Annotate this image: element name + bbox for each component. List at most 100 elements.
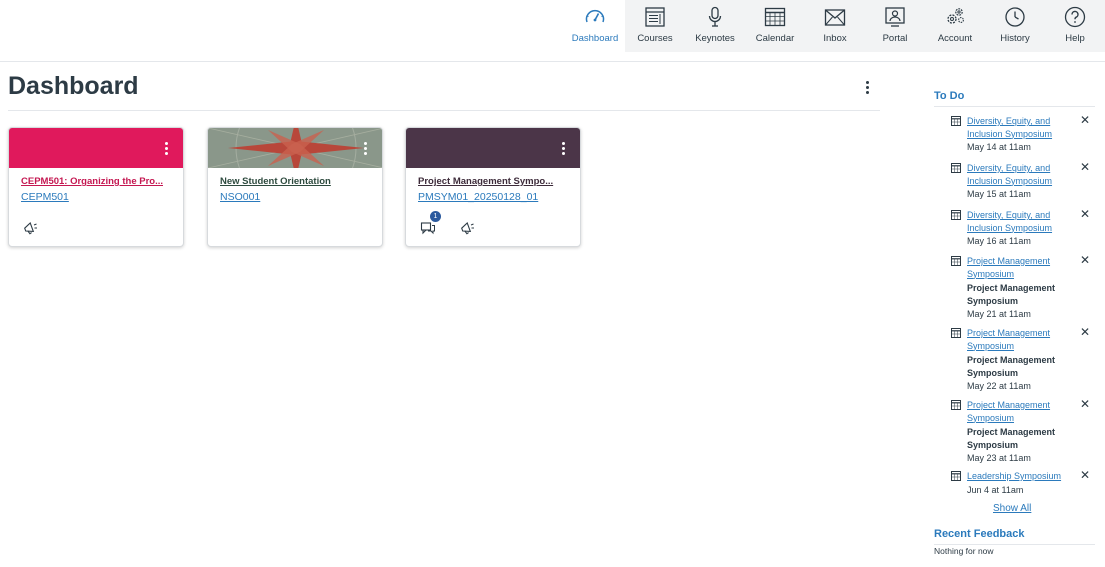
compass-rose-image <box>208 128 382 168</box>
discussions-button[interactable]: 1 <box>420 211 441 236</box>
course-card-cepm501[interactable]: CEPM501: Organizing the Pro... CEPM501 <box>8 127 184 247</box>
global-header: Dashboard Courses Keynotes Calendar Inbo… <box>0 0 1105 62</box>
todo-link-line: Symposium <box>967 268 1015 279</box>
nav-label: Portal <box>882 33 908 44</box>
kebab-dot <box>561 151 565 155</box>
todo-date: Jun 4 at 11am <box>967 485 1024 495</box>
nav-courses[interactable]: Courses <box>625 0 685 52</box>
calendar-icon <box>951 328 961 338</box>
nav-portal[interactable]: Portal <box>865 0 925 52</box>
todo-link[interactable]: Diversity, Equity, and Inclusion Symposiu… <box>967 209 1067 234</box>
todo-date: May 15 at 11am <box>967 189 1031 199</box>
calendar-icon <box>764 7 786 27</box>
kebab-dot <box>164 146 168 150</box>
history-clock-icon <box>1005 7 1025 27</box>
dismiss-todo-button[interactable]: ✕ <box>1079 208 1091 220</box>
card-title[interactable]: New Student Orientation <box>220 176 376 187</box>
card-course-code[interactable]: NSO001 <box>220 191 260 203</box>
todo-date: May 22 at 11am <box>967 381 1031 391</box>
kebab-dot <box>561 141 565 145</box>
nav-label: Keynotes <box>695 33 735 44</box>
todo-course-line: Project Management <box>967 427 1056 437</box>
announcements-icon[interactable] <box>460 220 476 236</box>
global-nav: Dashboard Courses Keynotes Calendar Inbo… <box>565 0 1105 52</box>
nav-history[interactable]: History <box>985 0 1045 52</box>
nav-calendar[interactable]: Calendar <box>745 0 805 52</box>
kebab-dot <box>865 90 869 94</box>
todo-course-name: Project Management Symposium <box>967 282 1067 307</box>
portal-icon <box>885 7 905 27</box>
card-course-code[interactable]: CEPM501 <box>21 191 69 203</box>
kebab-dot <box>865 80 869 84</box>
course-card-nso001[interactable]: New Student Orientation NSO001 <box>207 127 383 247</box>
nav-label: Inbox <box>823 33 847 44</box>
nav-label: Calendar <box>755 33 795 44</box>
help-icon <box>1064 6 1086 28</box>
todo-course-name: Project Management Symposium <box>967 426 1067 451</box>
todo-heading: To Do <box>934 90 965 102</box>
card-options-button[interactable] <box>161 140 171 156</box>
dismiss-todo-button[interactable]: ✕ <box>1079 254 1091 266</box>
nav-label: History <box>1000 33 1030 44</box>
nav-label: Help <box>1065 33 1085 44</box>
todo-link-line: Diversity, Equity, and <box>967 116 1051 126</box>
inbox-icon <box>824 9 846 26</box>
course-card-pmsym01[interactable]: Project Management Sympo... PMSYM01_2025… <box>405 127 581 247</box>
show-all-link[interactable]: Show All <box>993 503 1031 514</box>
calendar-icon <box>951 471 961 481</box>
nav-account[interactable]: Account <box>925 0 985 52</box>
card-options-button[interactable] <box>360 140 370 156</box>
todo-link-line: Project Management <box>967 400 1051 410</box>
todo-link-line: Diversity, Equity, and <box>967 210 1051 220</box>
todo-link[interactable]: Project Management Symposium <box>967 399 1067 424</box>
todo-link-line: Inclusion Symposium <box>967 175 1053 186</box>
nav-label: Dashboard <box>571 33 619 44</box>
card-color-header[interactable] <box>9 128 183 168</box>
todo-link[interactable]: Leadership Symposium <box>967 470 1077 483</box>
kebab-dot <box>363 141 367 145</box>
todo-course-name: Project Management Symposium <box>967 354 1067 379</box>
dismiss-todo-button[interactable]: ✕ <box>1079 114 1091 126</box>
todo-link-line: Symposium <box>967 340 1015 351</box>
card-action-icons: 1 <box>420 211 476 236</box>
card-image-header[interactable] <box>208 128 382 168</box>
todo-course-line: Symposium <box>967 439 1019 450</box>
todo-date: May 14 at 11am <box>967 142 1031 152</box>
todo-link-line: Inclusion Symposium <box>967 222 1053 233</box>
todo-link[interactable]: Diversity, Equity, and Inclusion Symposiu… <box>967 115 1067 140</box>
todo-date: May 16 at 11am <box>967 236 1031 246</box>
dismiss-todo-button[interactable]: ✕ <box>1079 469 1091 481</box>
card-action-icons <box>23 220 39 236</box>
divider <box>8 110 880 111</box>
courses-icon <box>645 7 665 27</box>
nav-label: Courses <box>637 33 673 44</box>
kebab-dot <box>363 146 367 150</box>
todo-course-line: Symposium <box>967 295 1019 306</box>
kebab-dot <box>164 141 168 145</box>
divider <box>934 106 1095 107</box>
kebab-dot <box>561 146 565 150</box>
card-course-code[interactable]: PMSYM01_20250128_01 <box>418 191 538 203</box>
dismiss-todo-button[interactable]: ✕ <box>1079 161 1091 173</box>
nav-dashboard[interactable]: Dashboard <box>565 0 625 52</box>
calendar-icon <box>951 210 961 220</box>
dismiss-todo-button[interactable]: ✕ <box>1079 326 1091 338</box>
nav-help[interactable]: Help <box>1045 0 1105 52</box>
dismiss-todo-button[interactable]: ✕ <box>1079 398 1091 410</box>
nav-label: Account <box>937 33 973 44</box>
todo-course-line: Symposium <box>967 367 1019 378</box>
todo-link[interactable]: Diversity, Equity, and Inclusion Symposiu… <box>967 162 1067 187</box>
discussions-icon <box>420 222 435 235</box>
card-title[interactable]: Project Management Sympo... <box>418 176 574 187</box>
todo-link[interactable]: Project Management Symposium <box>967 327 1067 352</box>
todo-link[interactable]: Project Management Symposium <box>967 255 1067 280</box>
dashboard-options-menu[interactable] <box>858 78 876 96</box>
announcements-icon[interactable] <box>23 220 39 236</box>
nav-inbox[interactable]: Inbox <box>805 0 865 52</box>
recent-feedback-heading: Recent Feedback <box>934 528 1025 540</box>
todo-link-line: Project Management <box>967 328 1051 338</box>
nav-keynotes[interactable]: Keynotes <box>685 0 745 52</box>
card-options-button[interactable] <box>558 140 568 156</box>
card-color-header[interactable] <box>406 128 580 168</box>
card-title[interactable]: CEPM501: Organizing the Pro... <box>21 176 177 187</box>
